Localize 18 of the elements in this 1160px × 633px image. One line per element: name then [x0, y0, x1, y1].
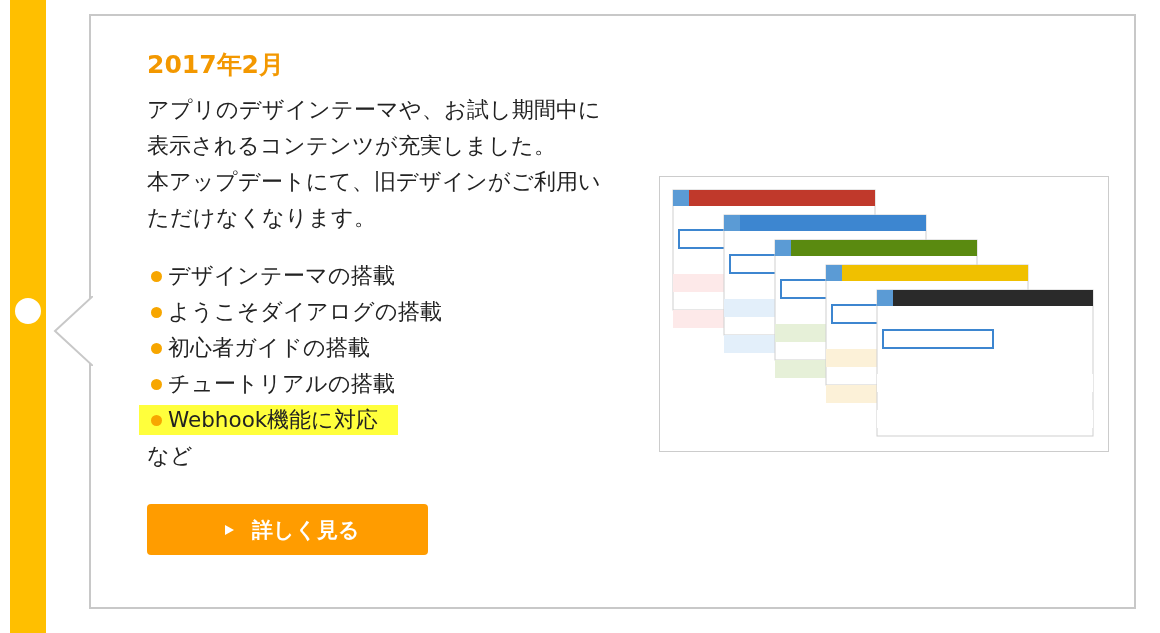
bullet-dot — [151, 414, 162, 426]
details-button[interactable]: 詳しく見る — [147, 504, 428, 555]
bullet-dot — [151, 306, 162, 318]
feature-item: ようこそダイアログの搭載 — [168, 298, 442, 326]
feature-item: チュートリアルの搭載 — [168, 370, 395, 398]
description-line: 表示されるコンテンツが充実しました。 — [147, 132, 556, 160]
description-line: アプリのデザインテーマや、お試し期間中に — [147, 96, 601, 124]
feature-item: 初心者ガイドの搭載 — [168, 334, 370, 362]
feature-item: Webhook機能に対応 — [168, 406, 379, 434]
description-line: 本アップデートにて、旧デザインがご利用い — [147, 168, 601, 196]
bullet-dot — [151, 342, 162, 354]
closing-text: など — [147, 442, 194, 470]
bullet-dot — [151, 378, 162, 390]
feature-item: デザインテーマの搭載 — [168, 262, 395, 290]
bullet-dot — [151, 270, 162, 282]
play-icon — [225, 524, 234, 535]
entry-date: 2017年2月 — [147, 49, 285, 81]
description-line: ただけなくなります。 — [147, 204, 376, 232]
